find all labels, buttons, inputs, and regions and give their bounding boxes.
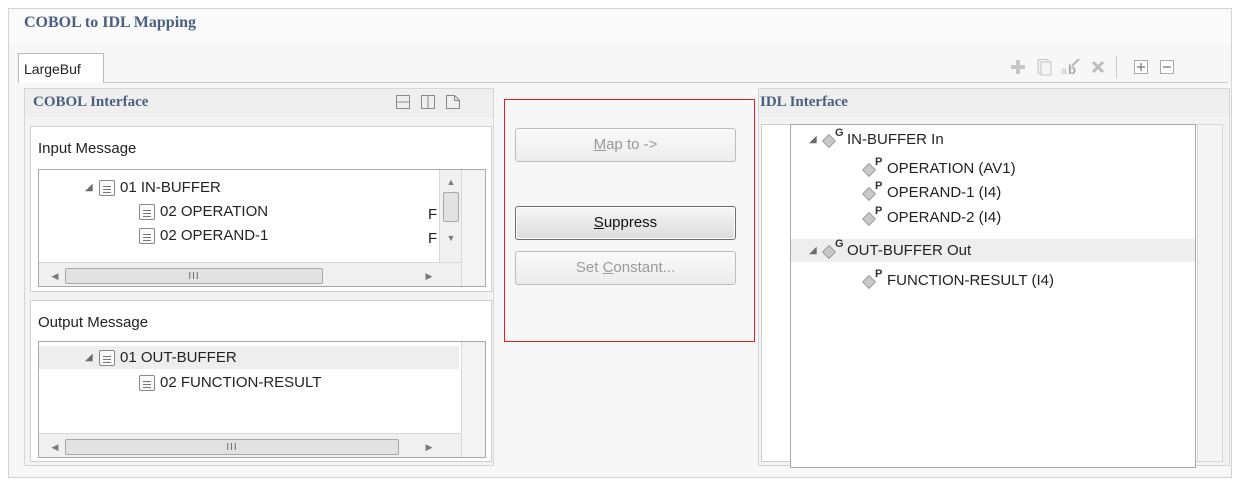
scroll-left-arrow-icon[interactable]: ◀ (49, 441, 61, 453)
collapse-arrow-icon[interactable]: ◢ (809, 134, 823, 145)
button-label-part: onstant... (613, 259, 676, 276)
idl-group-icon: G (821, 238, 844, 260)
column-gutter (461, 170, 485, 286)
tree-node-label: 02 OPERATION (160, 203, 269, 220)
idl-node-operand-2[interactable]: P OPERAND-2 (I4) (791, 205, 1195, 229)
button-label-part: ap to -> (606, 136, 658, 153)
scroll-down-arrow-icon[interactable]: ▼ (440, 232, 462, 244)
tree-node-label: 01 OUT-BUFFER (120, 349, 237, 366)
horizontal-scrollbar[interactable]: ◀ III ▶ (39, 262, 461, 286)
collapse-arrow-icon[interactable]: ◢ (809, 245, 823, 256)
cobol-field-icon (139, 374, 155, 391)
tree-node-operation[interactable]: 02 OPERATION (39, 200, 485, 223)
idl-node-out-buffer[interactable]: ◢ G OUT-BUFFER Out (791, 238, 1195, 262)
button-label-part: uppress (603, 214, 658, 231)
delete-icon[interactable] (1086, 55, 1110, 79)
tab-largebuf[interactable]: LargeBuf (18, 53, 104, 83)
scrollbar-thumb[interactable]: III (65, 268, 323, 284)
input-message-title: Input Message (38, 140, 137, 157)
cobol-field-icon (139, 227, 155, 244)
tree-node-operand-1[interactable]: 02 OPERAND-1 (39, 224, 485, 247)
tree-node-label: OUT-BUFFER Out (847, 242, 972, 259)
scrollbar-grip: III (226, 441, 238, 453)
tree-node-function-result[interactable]: 02 FUNCTION-RESULT (39, 371, 485, 394)
plus-icon[interactable] (1006, 55, 1030, 79)
idl-panel-title: IDL Interface (760, 94, 848, 110)
vertical-scrollbar[interactable]: ▲ ▼ (439, 170, 461, 262)
vertical-layout-icon[interactable] (420, 94, 436, 114)
set-constant-button[interactable]: Set Constant... (515, 251, 736, 285)
collapse-all-icon[interactable] (1155, 55, 1179, 79)
tree-node-label: OPERATION (AV1) (887, 160, 1016, 177)
rename-icon[interactable]: ab (1059, 55, 1083, 79)
tree-node-label: OPERAND-1 (I4) (887, 184, 1002, 201)
tree-node-label: 01 IN-BUFFER (120, 179, 221, 196)
tree-node-label: OPERAND-2 (I4) (887, 209, 1002, 226)
idl-parameter-icon: P (861, 180, 883, 202)
scrollbar-thumb[interactable]: III (65, 439, 399, 455)
output-message-tree[interactable]: ◢ 01 OUT-BUFFER 02 FUNCTION-RESULT ◀ III… (38, 341, 486, 458)
cobol-panel-title: COBOL Interface (33, 94, 149, 110)
idl-parameter-icon: P (861, 268, 883, 290)
tree-node-label: FUNCTION-RESULT (I4) (887, 272, 1054, 289)
idl-group-icon: G (821, 127, 844, 149)
tree-node-label: IN-BUFFER In (847, 131, 944, 148)
horizontal-layout-icon[interactable] (395, 94, 411, 114)
idl-column-gutter (1197, 124, 1223, 462)
scrollbar-grip: III (188, 270, 200, 282)
truncated-column-text: F (428, 206, 438, 223)
copy-icon[interactable] (1032, 55, 1056, 79)
tree-node-label: 02 FUNCTION-RESULT (160, 374, 322, 391)
tab-divider (104, 82, 1228, 83)
scroll-up-arrow-icon[interactable]: ▲ (440, 176, 462, 188)
collapse-arrow-icon[interactable]: ◢ (85, 352, 99, 363)
mnemonic-key: M (593, 136, 607, 153)
cobol-group-icon (99, 349, 115, 366)
truncated-column-text: F (428, 230, 438, 247)
idl-tree[interactable]: ◢ G IN-BUFFER In P OPERATION (AV1) P OPE… (790, 124, 1196, 468)
input-message-tree[interactable]: ◢ 01 IN-BUFFER 02 OPERATION 02 OPERAND-1… (38, 169, 486, 287)
scroll-right-arrow-icon[interactable]: ▶ (423, 441, 435, 453)
output-message-title: Output Message (38, 314, 149, 331)
idl-parameter-icon: P (861, 156, 883, 178)
tree-node-out-buffer[interactable]: ◢ 01 OUT-BUFFER (39, 346, 459, 369)
horizontal-scrollbar[interactable]: ◀ III ▶ (39, 433, 461, 457)
suppress-button[interactable]: Suppress (515, 206, 736, 240)
mnemonic-key: C (602, 259, 614, 276)
toolbar-separator (1116, 56, 1117, 78)
svg-text:a: a (1061, 66, 1067, 76)
collapse-arrow-icon[interactable]: ◢ (85, 182, 99, 193)
scroll-right-arrow-icon[interactable]: ▶ (423, 270, 435, 282)
expand-all-icon[interactable] (1129, 55, 1153, 79)
idl-node-operation[interactable]: P OPERATION (AV1) (791, 156, 1195, 180)
tree-node-in-buffer[interactable]: ◢ 01 IN-BUFFER (39, 176, 485, 199)
single-layout-icon[interactable] (445, 94, 461, 114)
scroll-left-arrow-icon[interactable]: ◀ (49, 270, 61, 282)
column-gutter (461, 342, 485, 457)
map-to-button[interactable]: Map to -> (515, 128, 736, 162)
mnemonic-key: S (593, 214, 604, 231)
idl-node-function-result[interactable]: P FUNCTION-RESULT (I4) (791, 268, 1195, 292)
idl-node-in-buffer[interactable]: ◢ G IN-BUFFER In (791, 127, 1195, 151)
button-label-part: Set (575, 259, 603, 276)
idl-parameter-icon: P (861, 205, 883, 227)
scrollbar-thumb[interactable] (443, 192, 459, 222)
idl-node-operand-1[interactable]: P OPERAND-1 (I4) (791, 180, 1195, 204)
cobol-field-icon (139, 203, 155, 220)
cobol-group-icon (99, 179, 115, 196)
tree-node-label: 02 OPERAND-1 (160, 227, 269, 244)
editor-title: COBOL to IDL Mapping (24, 14, 197, 31)
